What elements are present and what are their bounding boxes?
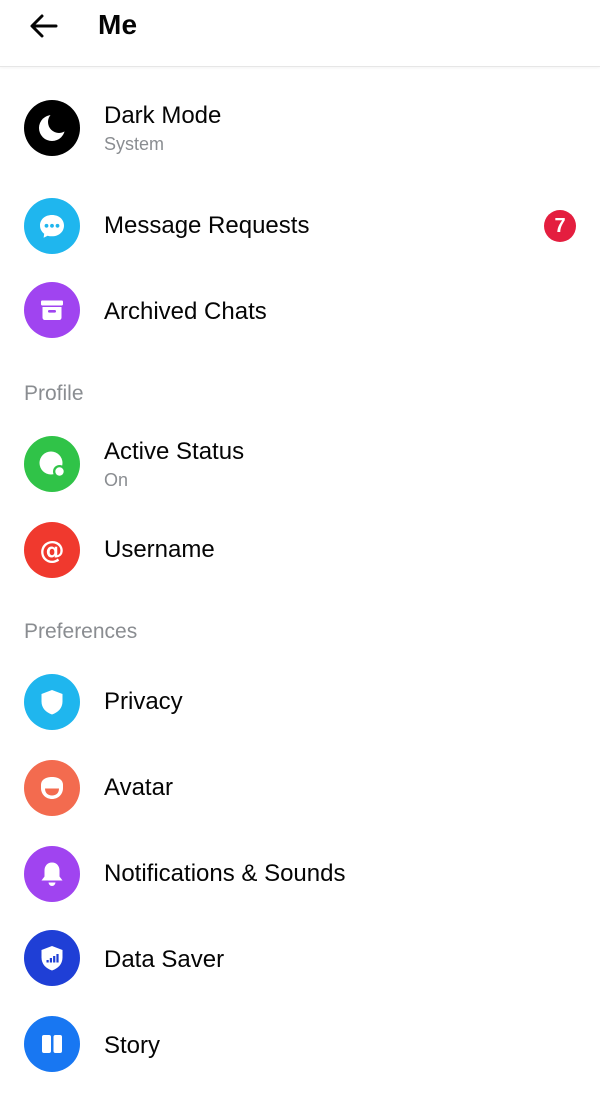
back-arrow-icon [30,14,58,38]
menu-item-story[interactable]: Story [0,1014,600,1078]
menu-item-label: Privacy [104,688,183,715]
menu-item-notifications-sounds[interactable]: Notifications & Sounds [0,842,600,906]
menu-item-active-status[interactable]: Active Status On [0,432,600,496]
menu-item-archived-chats[interactable]: Archived Chats [0,280,600,344]
avatar-face-icon [24,760,80,816]
back-button[interactable] [22,6,66,46]
menu-item-label: Active Status [104,438,245,465]
archive-box-icon [24,282,80,338]
menu-item-username[interactable]: @ Username [0,518,600,582]
chat-bubble-icon [24,198,80,254]
moon-icon [24,100,80,156]
story-icon [24,1016,80,1072]
data-saver-shield-icon [24,930,80,986]
menu-item-label: Username [104,536,215,563]
menu-item-label: Notifications & Sounds [104,860,346,887]
menu-item-label: Dark Mode [104,102,222,129]
at-sign-icon: @ [24,522,80,578]
menu-item-label: Archived Chats [104,298,267,325]
shield-icon [24,674,80,730]
svg-text:@: @ [40,536,65,565]
menu-item-message-requests[interactable]: Message Requests 7 [0,194,600,258]
menu-item-privacy[interactable]: Privacy [0,670,600,734]
menu-item-data-saver[interactable]: Data Saver [0,928,600,992]
notification-badge: 7 [544,210,576,242]
section-header-profile: Profile [24,382,84,405]
section-header-preferences: Preferences [24,620,138,643]
menu-item-label: Data Saver [104,946,225,973]
menu-item-subtitle: On [104,470,129,490]
app-header: Me [0,0,600,67]
menu-item-label: Avatar [104,774,173,801]
menu-item-subtitle: System [104,134,165,154]
bell-icon [24,846,80,902]
menu-item-label: Story [104,1032,161,1059]
active-status-icon [24,436,80,492]
menu-item-avatar[interactable]: Avatar [0,756,600,820]
page-title: Me [98,9,138,40]
menu-item-label: Message Requests [104,212,310,239]
menu-item-dark-mode[interactable]: Dark Mode System [0,96,600,160]
